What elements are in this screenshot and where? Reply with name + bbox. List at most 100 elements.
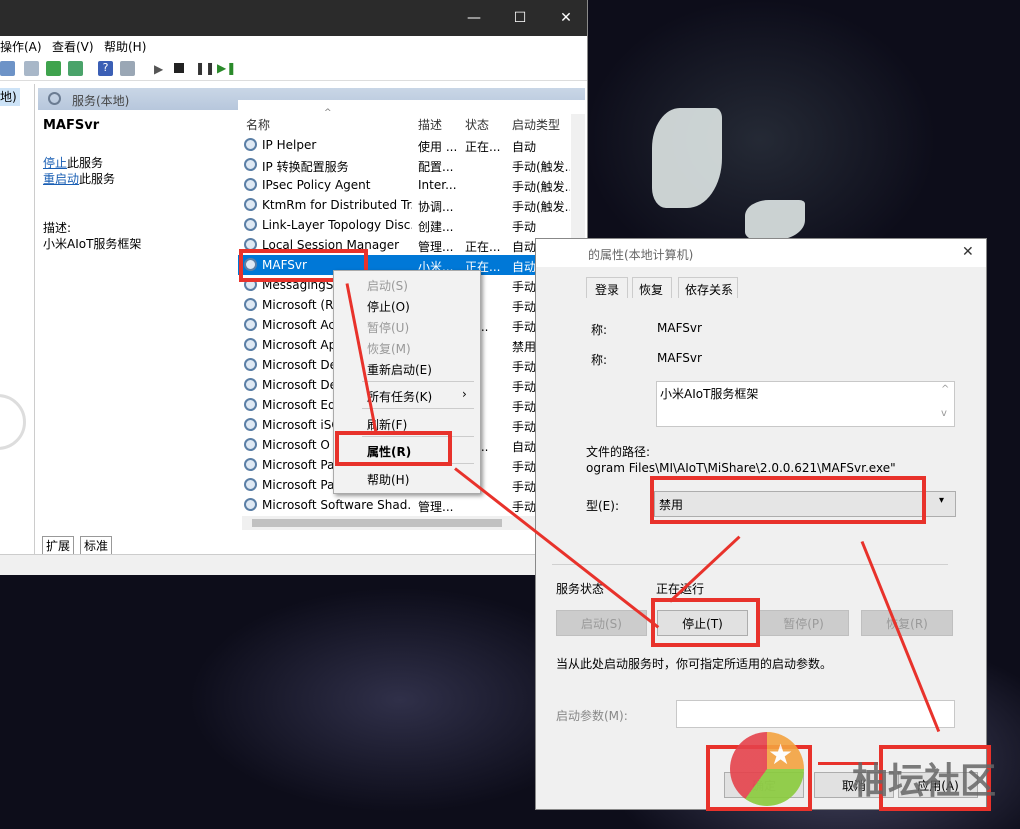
params-input[interactable] xyxy=(676,700,955,728)
pause-service-icon[interactable]: ❚❚ xyxy=(195,61,215,75)
help-icon[interactable]: ? xyxy=(98,61,113,76)
tab-extended[interactable]: 扩展 xyxy=(42,536,75,554)
tab-logon[interactable]: 登录 xyxy=(586,277,628,298)
display-name-value: MAFSvr xyxy=(657,351,702,365)
start-button[interactable]: 启动(S) xyxy=(556,610,647,636)
stop-service-link-line: 停止此服务 xyxy=(43,154,103,171)
service-row[interactable]: IP Helper 使用 ... 正在... 自动 xyxy=(238,135,571,155)
h-scrollbar-thumb[interactable] xyxy=(252,519,502,527)
title-bar: — ☐ ✕ xyxy=(0,0,587,36)
service-gear-icon xyxy=(244,378,257,391)
service-gear-icon xyxy=(244,158,257,171)
column-header-startup[interactable]: 启动类型 xyxy=(512,116,560,133)
pause-button[interactable]: 暂停(P) xyxy=(758,610,849,636)
service-gear-icon xyxy=(244,458,257,471)
resume-button[interactable]: 恢复(R) xyxy=(861,610,953,636)
startup-type-label: 型(E): xyxy=(586,499,619,513)
description-text: 小米AIoT服务框架 xyxy=(43,237,142,251)
stop-link-text: 此服务 xyxy=(67,156,104,170)
menu-view[interactable]: 查看(V) xyxy=(52,38,94,55)
service-gear-icon xyxy=(244,498,257,511)
menu-bar: 操作(A) 查看(V) 帮助(H) xyxy=(0,36,587,56)
dialog-title: 的属性(本地计算机) xyxy=(588,248,694,262)
menu-separator xyxy=(362,408,474,409)
menu-item-help-label: 帮助(H) xyxy=(367,473,410,487)
service-row[interactable]: KtmRm for Distributed Tr... 协调... 手动(触发... xyxy=(238,195,571,215)
maximize-button[interactable]: ☐ xyxy=(497,0,543,36)
divider xyxy=(552,564,948,565)
description-field-text: 小米AIoT服务框架 xyxy=(660,387,759,401)
service-gear-icon xyxy=(244,398,257,411)
watermark-text: 柚坛社区 xyxy=(852,760,997,802)
highlight-startup-type xyxy=(650,476,926,524)
stop-service-link[interactable]: 停止 xyxy=(43,156,67,170)
service-gear-icon xyxy=(244,318,257,331)
menu-item-start[interactable]: 启动(S) xyxy=(334,274,480,295)
service-cell-startup: 手动(触发... xyxy=(512,200,570,214)
export-icon[interactable] xyxy=(68,61,83,76)
service-row[interactable]: IPsec Policy Agent Inter... 手动(触发... xyxy=(238,175,571,195)
path-value: ogram Files\MI\AIoT\MiShare\2.0.0.621\MA… xyxy=(586,461,896,475)
menu-item-resume-label: 恢复(M) xyxy=(367,342,411,356)
dialog-close-icon[interactable]: ✕ xyxy=(962,244,974,260)
restart-service-icon[interactable]: ▶❚ xyxy=(217,61,236,75)
refresh-icon[interactable] xyxy=(46,61,61,76)
service-cell-status: 正在... xyxy=(465,240,501,254)
service-row[interactable]: Link-Layer Topology Disc... 创建... 手动 xyxy=(238,215,571,235)
calligraphy-stroke xyxy=(652,108,722,208)
start-service-icon[interactable]: ▶ xyxy=(154,62,163,76)
service-cell-name: IP Helper xyxy=(262,138,317,152)
tab-dependencies[interactable]: 依存关系 xyxy=(678,277,738,298)
services-window: — ☐ ✕ 操作(A) 查看(V) 帮助(H) ? ▶ ❚❚ ▶❚ 地) 服务(… xyxy=(0,0,588,575)
tab-logon-label: 登录 xyxy=(595,283,620,297)
view-tabs: 扩展 标准 xyxy=(38,534,587,554)
restart-service-link[interactable]: 重启动 xyxy=(43,172,79,186)
view-icon[interactable] xyxy=(120,61,135,76)
service-gear-icon xyxy=(244,338,257,351)
service-cell-startup: 手动 xyxy=(512,220,537,234)
service-gear-icon xyxy=(244,478,257,491)
service-row[interactable]: IP 转换配置服务 配置... 手动(触发... xyxy=(238,155,571,175)
description-pane: MAFSvr 停止此服务 重启动此服务 描述: 小米AIoT服务框架 xyxy=(38,112,238,532)
service-cell-status: 正在... xyxy=(465,140,501,154)
scroll-down-icon[interactable]: v xyxy=(941,408,947,419)
menu-item-restart[interactable]: 重新启动(E) xyxy=(334,358,480,379)
service-cell-startup: 手动(触发... xyxy=(512,160,570,174)
service-cell-name: KtmRm for Distributed Tr... xyxy=(262,198,412,212)
scroll-up-icon[interactable]: ^ xyxy=(941,384,949,395)
service-cell-desc: 管理... xyxy=(418,500,454,514)
menu-help[interactable]: 帮助(H) xyxy=(104,38,146,55)
service-gear-icon xyxy=(244,358,257,371)
minimize-button[interactable]: — xyxy=(451,0,497,36)
menu-item-all-tasks[interactable]: 所有任务(K) › xyxy=(334,385,480,406)
restart-link-text: 此服务 xyxy=(79,172,116,186)
tab-recovery[interactable]: 恢复 xyxy=(632,277,672,298)
description-field[interactable]: 小米AIoT服务框架 ^ v xyxy=(656,381,955,427)
tree-item-services-local[interactable]: 地) xyxy=(0,88,20,106)
service-cell-name: Microsoft Software Shad... xyxy=(262,498,412,512)
menu-item-stop[interactable]: 停止(O) xyxy=(334,295,480,316)
menu-item-pause-label: 暂停(U) xyxy=(367,321,410,335)
service-row[interactable]: Microsoft Software Shad... 管理... 手动 xyxy=(238,495,571,515)
service-gear-icon xyxy=(244,178,257,191)
highlight-stop-button xyxy=(651,598,760,647)
column-header-desc[interactable]: 描述 xyxy=(418,116,442,133)
stop-service-icon[interactable] xyxy=(174,63,184,73)
menu-action[interactable]: 操作(A) xyxy=(0,38,42,55)
status-bar xyxy=(0,554,587,575)
tab-standard[interactable]: 标准 xyxy=(80,536,113,554)
menu-item-restart-label: 重新启动(E) xyxy=(367,363,432,377)
column-header-status[interactable]: 状态 xyxy=(465,116,489,133)
restart-service-link-line: 重启动此服务 xyxy=(43,170,115,187)
close-button[interactable]: ✕ xyxy=(543,0,589,36)
chevron-down-icon: ▾ xyxy=(939,495,945,506)
service-name-value: MAFSvr xyxy=(657,321,702,335)
column-header-name[interactable]: 名称 xyxy=(246,116,270,133)
show-tree-icon[interactable] xyxy=(0,61,15,76)
properties-icon[interactable] xyxy=(24,61,39,76)
service-cell-desc: 配置... xyxy=(418,160,454,174)
service-status-label: 服务状态 xyxy=(556,582,605,596)
menu-item-all-tasks-label: 所有任务(K) xyxy=(367,390,433,404)
selected-service-name: MAFSvr xyxy=(43,118,100,133)
service-gear-icon xyxy=(244,438,257,451)
